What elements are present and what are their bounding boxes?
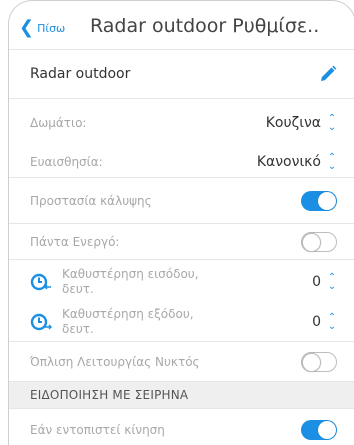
entry-delay-row[interactable]: Καθυστέρηση εισόδου, δευτ. 0 ⌃ ⌄	[9, 259, 354, 303]
back-label: Πίσω	[37, 21, 66, 35]
cover-protection-toggle[interactable]	[301, 190, 337, 211]
exit-delay-value: 0	[312, 314, 321, 330]
night-mode-label: Όπλιση Λειτουργίας Νυκτός	[30, 354, 200, 369]
entry-delay-value: 0	[312, 273, 321, 290]
page-title: Radar outdoor Ρυθμίσε..	[90, 15, 320, 37]
motion-detected-label: Εάν εντοπιστεί κίνηση	[30, 422, 165, 437]
settings-panel: ❮ Πίσω Radar outdoor Ρυθμίσε.. Radar out…	[8, 0, 354, 445]
sensitivity-value: Κανονικό	[256, 154, 321, 170]
always-on-toggle[interactable]	[301, 231, 337, 252]
always-on-row: Πάντα Ενεργό:	[9, 223, 354, 259]
room-value: Κουζινα	[265, 115, 321, 131]
chevron-left-icon: ❮	[19, 17, 35, 38]
sensitivity-label: Ευαισθησία:	[30, 155, 103, 169]
updown-chevron-icon: ⌃ ⌄	[327, 152, 337, 172]
siren-section-header: ΕΙΔΟΠΟΙΗΣΗ ΜΕ ΣΕΙΡΗΝΑ	[9, 381, 354, 408]
updown-chevron-icon: ⌃ ⌄	[327, 312, 337, 332]
updown-chevron-icon: ⌃ ⌄	[327, 113, 337, 133]
entry-delay-label: Καθυστέρηση εισόδου, δευτ.	[62, 266, 199, 296]
pencil-icon[interactable]	[319, 65, 337, 83]
night-mode-row: Όπλιση Λειτουργίας Νυκτός	[9, 341, 354, 381]
updown-chevron-icon: ⌃ ⌄	[327, 271, 337, 292]
room-row[interactable]: Δωμάτιο: Κουζινα ⌃ ⌄	[9, 98, 354, 147]
entry-clock-icon	[30, 273, 51, 290]
cover-protection-label: Προστασία κάλυψης	[30, 193, 152, 208]
motion-detected-row: Εάν εντοπιστεί κίνηση	[9, 408, 354, 445]
exit-clock-icon	[30, 313, 52, 331]
exit-delay-label: Καθυστέρηση εξόδου, δευτ.	[62, 307, 194, 336]
cover-protection-row: Προστασία κάλυψης	[9, 177, 354, 223]
device-name: Radar outdoor	[30, 66, 131, 82]
motion-detected-toggle[interactable]	[301, 419, 337, 440]
back-button[interactable]: ❮ Πίσω	[19, 19, 65, 37]
always-on-label: Πάντα Ενεργό:	[30, 234, 120, 249]
room-label: Δωμάτιο:	[30, 116, 87, 130]
night-mode-toggle[interactable]	[301, 351, 337, 372]
sensitivity-row[interactable]: Ευαισθησία: Κανονικό ⌃ ⌄	[9, 147, 354, 177]
device-name-row[interactable]: Radar outdoor	[9, 49, 354, 98]
exit-delay-row[interactable]: Καθυστέρηση εξόδου, δευτ. 0 ⌃ ⌄	[9, 303, 354, 341]
